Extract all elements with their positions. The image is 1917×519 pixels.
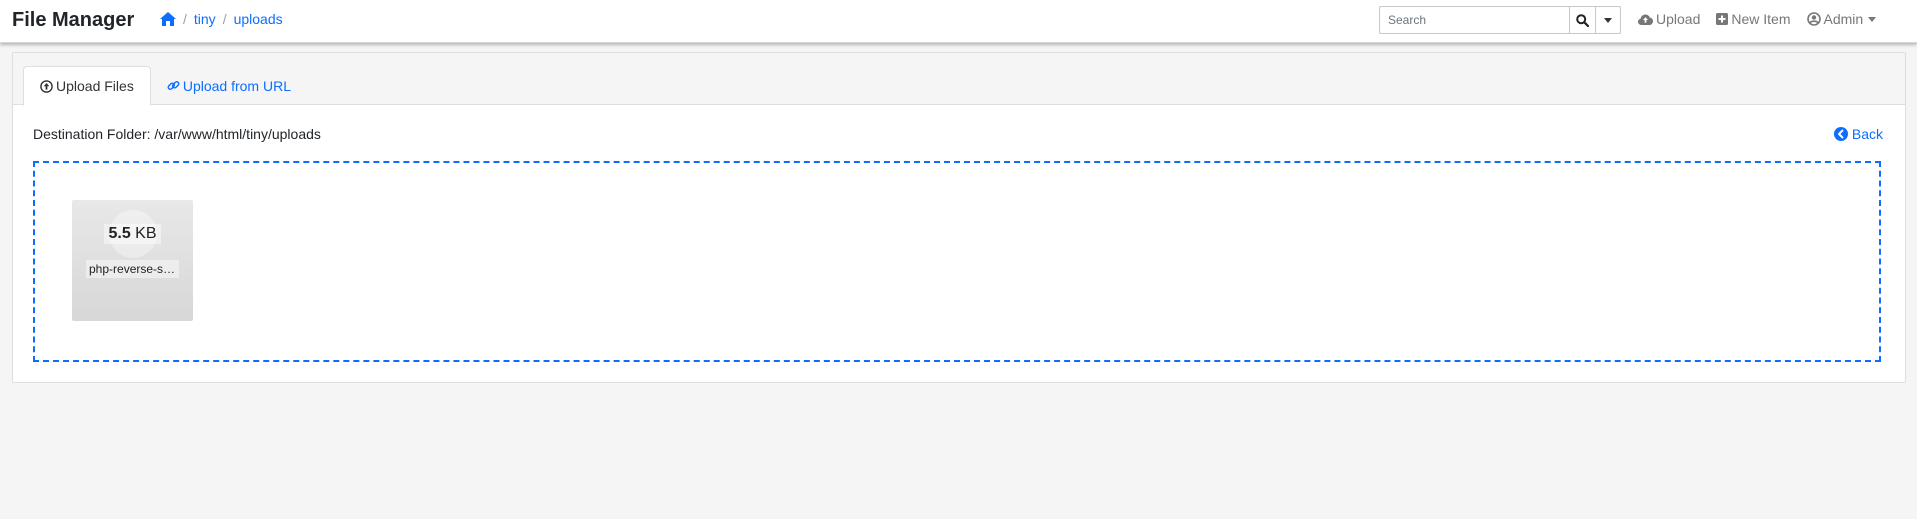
search-button[interactable]: [1569, 7, 1595, 33]
chevron-down-icon: [1868, 16, 1877, 22]
tab-label: Upload from URL: [182, 77, 291, 94]
chevron-down-icon: [1604, 17, 1612, 23]
search-icon: [1576, 13, 1589, 27]
new-item-button[interactable]: New Item: [1716, 11, 1791, 27]
admin-menu[interactable]: Admin: [1806, 11, 1877, 27]
file-name: php-reverse-shell.php: [86, 260, 179, 278]
home-icon[interactable]: [160, 12, 176, 26]
breadcrumb-separator: /: [183, 11, 187, 27]
arrow-circle-up-icon: [40, 79, 53, 93]
chevron-circle-left-icon: [1833, 127, 1848, 141]
upload-card: Upload Files Upload from URL Destination…: [12, 52, 1906, 383]
upload-label: Upload: [1656, 11, 1701, 27]
top-navbar: File Manager / tiny / uploads Search Upl…: [0, 0, 1917, 43]
search-input[interactable]: [1380, 7, 1569, 33]
app-title[interactable]: File Manager: [12, 9, 134, 32]
cloud-upload-icon: [1638, 14, 1653, 25]
upload-button[interactable]: Upload: [1638, 11, 1700, 27]
breadcrumb: / tiny / uploads: [160, 11, 283, 27]
breadcrumb-item-uploads[interactable]: uploads: [234, 11, 283, 27]
file-dropzone[interactable]: 5.5 KB php-reverse-shell.php: [33, 161, 1881, 362]
nav-actions: Upload New Item Admin: [1638, 11, 1877, 27]
file-preview[interactable]: 5.5 KB php-reverse-shell.php: [72, 200, 193, 321]
link-icon: [167, 81, 180, 90]
tab-label: Upload Files: [56, 78, 134, 94]
upload-tabs: Upload Files Upload from URL: [23, 66, 307, 106]
destination-folder: Destination Folder: /var/www/html/tiny/u…: [33, 126, 321, 142]
breadcrumb-separator: /: [222, 11, 227, 27]
search-group: [1379, 6, 1621, 34]
user-circle-icon: [1806, 12, 1821, 26]
file-size: 5.5 KB: [72, 224, 193, 244]
card-header: Upload Files Upload from URL: [13, 53, 1905, 106]
file-size-number: 5.5: [108, 225, 131, 242]
tab-upload-files[interactable]: Upload Files: [23, 66, 151, 106]
breadcrumb-item-tiny[interactable]: tiny: [194, 11, 216, 27]
file-size-unit: KB: [135, 225, 157, 242]
tab-upload-from-url[interactable]: Upload from URL: [151, 66, 307, 105]
search-options-dropdown[interactable]: [1595, 7, 1620, 33]
plus-square-icon: [1716, 13, 1729, 25]
admin-label: Admin: [1823, 11, 1864, 27]
back-button[interactable]: Back: [1833, 126, 1883, 142]
back-label: Back: [1851, 126, 1883, 142]
new-item-label: New Item: [1731, 11, 1791, 27]
